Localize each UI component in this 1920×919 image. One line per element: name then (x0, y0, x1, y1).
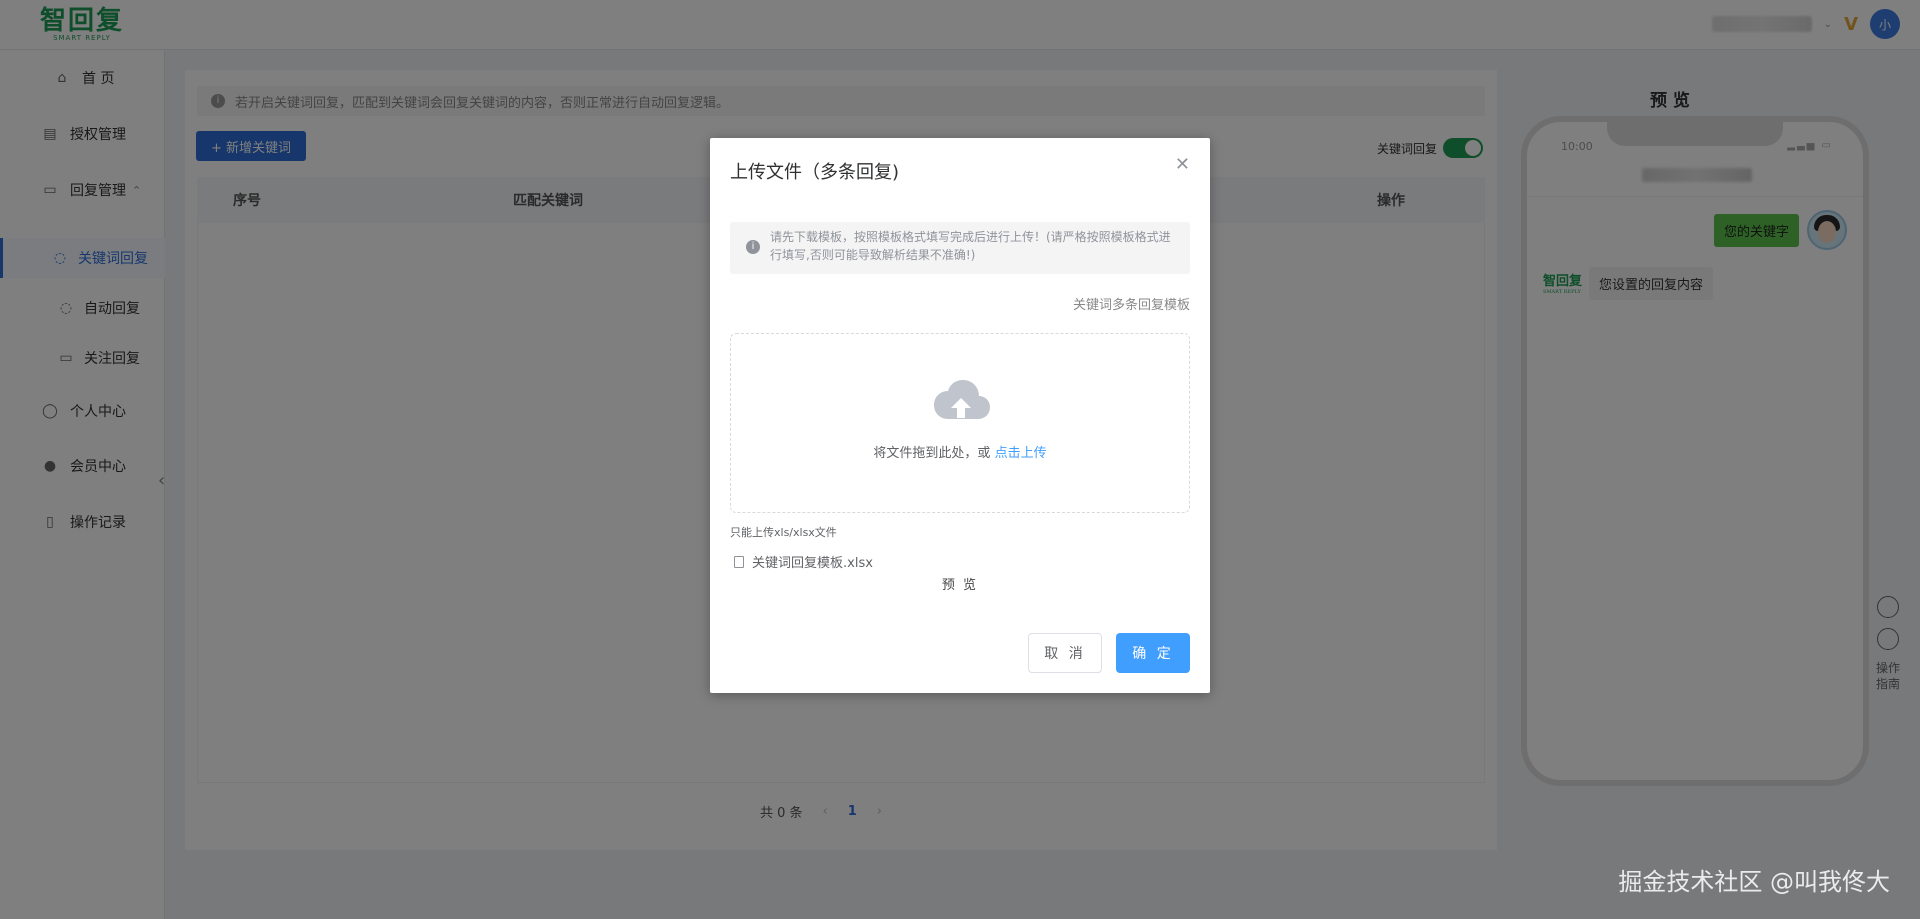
watermark: 掘金技术社区 @叫我佟大 (1618, 868, 1890, 896)
preview-link[interactable]: 预 览 (710, 574, 1210, 593)
drop-text-label: 将文件拖到此处，或 (873, 446, 995, 461)
dialog-title: 上传文件（多条回复) (730, 162, 900, 183)
drop-text: 将文件拖到此处，或 点击上传 (731, 442, 1189, 461)
confirm-button[interactable]: 确 定 (1116, 633, 1190, 673)
uploaded-file-item[interactable]: 关键词回复模板.xlsx (734, 552, 873, 571)
file-name: 关键词回复模板.xlsx (752, 556, 873, 571)
upload-dialog: 上传文件（多条回复) ✕ i 请先下载模板，按照模板格式填写完成后进行上传！(请… (710, 138, 1210, 693)
upload-hint: 只能上传xls/xlsx文件 (730, 526, 837, 539)
close-icon[interactable]: ✕ (1175, 154, 1190, 175)
cancel-button[interactable]: 取 消 (1028, 633, 1102, 673)
dialog-alert-text: 请先下载模板，按照模板格式填写完成后进行上传！(请严格按照模板格式进行填写,否则… (770, 230, 1171, 262)
upload-drop-zone[interactable]: 将文件拖到此处，或 点击上传 (730, 333, 1190, 513)
cloud-upload-icon (934, 380, 990, 419)
info-icon: i (746, 240, 760, 254)
dialog-alert: i 请先下载模板，按照模板格式填写完成后进行上传！(请严格按照模板格式进行填写,… (730, 222, 1190, 274)
document-icon (734, 555, 744, 568)
click-upload-link[interactable]: 点击上传 (995, 446, 1047, 461)
template-download-link[interactable]: 关键词多条回复模板 (1073, 294, 1190, 313)
